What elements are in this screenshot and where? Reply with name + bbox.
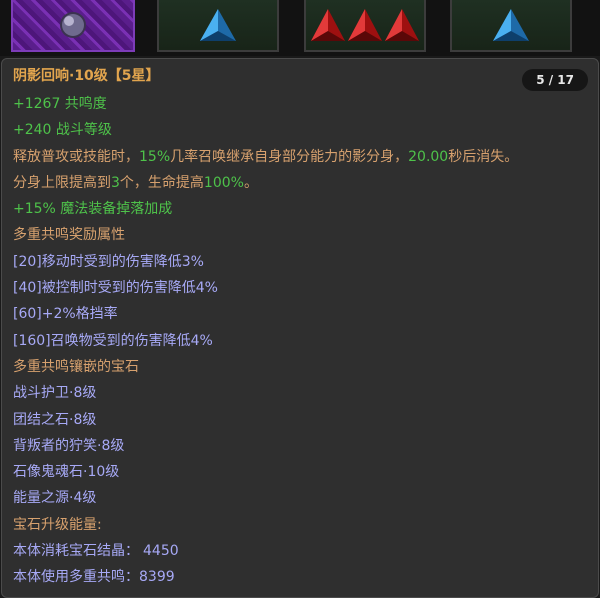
desc2-health-bonus: 100%	[203, 174, 244, 191]
gem-item: 战斗护卫·8级	[13, 385, 97, 402]
gem-tooltip: 阴影回响·10级【5星】 5 / 17 +1267 共鸣度 +240 战斗等级 …	[1, 58, 599, 598]
consume-value: 4450	[143, 543, 179, 560]
desc1-duration: 20.00	[408, 148, 449, 165]
bonus-item: [60]+2%格挡率	[13, 306, 118, 323]
gem-slot-red[interactable]	[304, 0, 426, 52]
gem-item: 背叛者的狞笑·8级	[13, 437, 125, 454]
magic-drop-stat: +15% 魔法装备掉落加成	[13, 201, 173, 218]
bonus-item: [160]召唤物受到的伤害降低4%	[13, 332, 213, 349]
gems-header: 多重共鸣镶嵌的宝石	[13, 358, 139, 375]
red-triangle-gem-icon	[311, 9, 419, 41]
desc1-chance: 15%	[139, 148, 171, 165]
gem-title: 阴影回响·10级【5星】	[13, 68, 160, 84]
gem-slot-bar	[0, 0, 600, 56]
desc2-clone-limit: 3	[111, 174, 120, 191]
use-label: 本体使用多重共鸣：	[13, 569, 139, 586]
gem-slot-blue[interactable]	[157, 0, 279, 52]
desc2-text-c: 个，生命提高	[119, 174, 204, 191]
bonus-header: 多重共鸣奖励属性	[13, 227, 125, 244]
gem-slot-purple[interactable]	[11, 0, 135, 52]
desc1-text-a: 释放普攻或技能时，	[13, 148, 139, 165]
resonance-stat: +1267 共鸣度	[13, 96, 107, 112]
page-counter: 5 / 17	[522, 69, 588, 91]
consume-crystal-row: 本体消耗宝石结晶： 4450	[13, 538, 590, 564]
gem-item: 团结之石·8级	[13, 411, 97, 428]
desc2-text-a: 分身上限提高到	[13, 174, 111, 191]
desc2-text-e: 。	[243, 174, 258, 191]
bonus-item: [20]移动时受到的伤害降低3%	[13, 253, 204, 270]
bonus-item: [40]被控制时受到的伤害降低4%	[13, 280, 218, 297]
desc1-text-c: 几率召唤继承自身部分能力的影分身，	[170, 148, 409, 165]
gem-item: 石像鬼魂石·10级	[13, 464, 120, 481]
use-resonance-row: 本体使用多重共鸣：8399	[13, 564, 590, 590]
upgrade-header: 宝石升级能量:	[13, 516, 102, 533]
consume-label: 本体消耗宝石结晶：	[13, 543, 139, 560]
effect-description-2: 分身上限提高到3个，生命提高100%。	[13, 170, 590, 196]
desc1-text-e: 秒后消失。	[448, 148, 519, 165]
use-value: 8399	[139, 569, 175, 586]
orb-icon	[60, 12, 86, 38]
tooltip-lines: +1267 共鸣度 +240 战斗等级 释放普攻或技能时，15%几率召唤继承自身…	[13, 91, 590, 591]
gem-slot-blue-2[interactable]	[450, 0, 572, 52]
blue-triangle-gem-icon	[493, 9, 529, 41]
gem-item: 能量之源·4级	[13, 490, 97, 507]
combat-level-stat: +240 战斗等级	[13, 122, 112, 139]
blue-triangle-gem-icon	[200, 9, 236, 41]
effect-description-1: 释放普攻或技能时，15%几率召唤继承自身部分能力的影分身，20.00秒后消失。	[13, 144, 590, 170]
